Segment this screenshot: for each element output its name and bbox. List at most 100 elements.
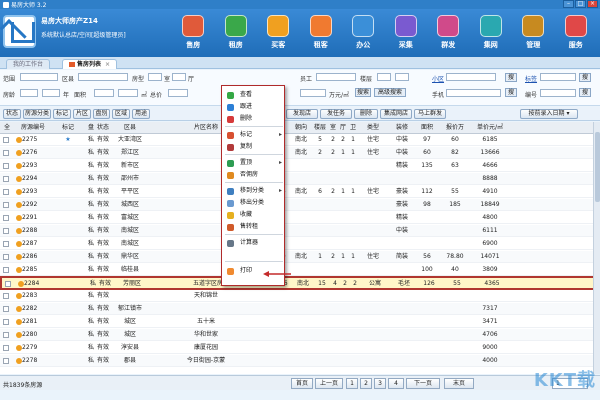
context-menu-item[interactable]: 收藏: [223, 209, 284, 221]
maximize-button[interactable]: □: [575, 0, 586, 8]
pager-button[interactable]: 上一页: [315, 378, 343, 389]
room-input[interactable]: [148, 73, 162, 81]
column-header[interactable]: 报价万: [440, 122, 470, 134]
nav-item-1[interactable]: 租房: [215, 9, 258, 57]
toolbar-left-button[interactable]: 区域: [112, 109, 130, 119]
column-header[interactable]: 区县: [110, 122, 150, 134]
number-input[interactable]: [540, 89, 576, 97]
number-search-button[interactable]: 搜: [579, 88, 591, 97]
column-header[interactable]: 房源编号: [14, 122, 52, 134]
nav-item-0[interactable]: 售房: [172, 9, 215, 57]
staff-input[interactable]: [316, 73, 356, 81]
table-row[interactable]: 2294 私有效 邵州市 8888: [0, 173, 600, 185]
row-checkbox[interactable]: [3, 319, 9, 325]
row-checkbox[interactable]: [3, 163, 9, 169]
pager-button[interactable]: 4: [388, 378, 404, 389]
column-header[interactable]: 厅: [338, 122, 348, 134]
context-menu-item[interactable]: 复制: [223, 141, 284, 153]
column-header[interactable]: 盘: [86, 122, 96, 134]
row-checkbox[interactable]: [3, 267, 9, 273]
toolbar-right-button[interactable]: 马上群发: [414, 109, 446, 119]
nav-item-6[interactable]: 群发: [427, 9, 470, 57]
toolbar-left-button[interactable]: 片区: [73, 109, 91, 119]
column-header[interactable]: 全: [2, 122, 12, 134]
table-row[interactable]: 2287 私有效 南城区 6900: [0, 238, 600, 250]
toolbar-right-button[interactable]: 发现店: [286, 109, 318, 119]
nav-item-4[interactable]: 办公: [342, 9, 385, 57]
search-button[interactable]: 搜索: [355, 88, 371, 97]
price-min-input[interactable]: [168, 89, 188, 97]
table-row-selected[interactable]: 2284私有效芳丽区五道字区房2016南北15422公寓毛坯126554365: [0, 276, 600, 290]
toolbar-left-button[interactable]: 房源分类: [23, 109, 51, 119]
nav-item-3[interactable]: 租客: [300, 9, 343, 57]
community-search-button[interactable]: 搜: [505, 73, 517, 82]
toolbar-left-button[interactable]: 状态: [3, 109, 21, 119]
table-row[interactable]: 2280 私有效 城区 华和世家 4706: [0, 329, 600, 341]
column-header[interactable]: 装修: [390, 122, 414, 134]
column-header[interactable]: 室: [328, 122, 338, 134]
pager-button[interactable]: 末页: [444, 378, 474, 389]
row-checkbox[interactable]: [3, 137, 9, 143]
age-min-input[interactable]: [20, 89, 38, 97]
table-row[interactable]: 2283 私有效 天和锦世: [0, 290, 600, 302]
nav-item-5[interactable]: 采集: [385, 9, 428, 57]
table-row[interactable]: 2293私有效平平区2014南北6211住宅豪装112554910: [0, 186, 600, 198]
row-checkbox[interactable]: [3, 358, 9, 364]
row-checkbox[interactable]: [3, 241, 9, 247]
table-row[interactable]: 2275★私有效大亚湾区2012南北5221住宅中装97606185: [0, 134, 600, 146]
pager-button[interactable]: 2: [360, 378, 372, 389]
close-button[interactable]: ×: [587, 0, 598, 8]
column-header[interactable]: 楼层: [312, 122, 328, 134]
unit-price-input[interactable]: [300, 89, 326, 97]
context-menu-item[interactable]: 跟进: [223, 101, 284, 113]
table-row[interactable]: 2282 私有效 郁江镇市 7317: [0, 303, 600, 315]
row-checkbox[interactable]: [5, 281, 11, 287]
row-checkbox[interactable]: [3, 306, 9, 312]
toolbar-right-button[interactable]: 发任务: [320, 109, 352, 119]
toolbar-right-button[interactable]: 集成网店: [380, 109, 412, 119]
context-menu-item[interactable]: 移出分类: [223, 197, 284, 209]
table-row[interactable]: 2291 私有效 富城区 精装 4800: [0, 212, 600, 224]
pager-button[interactable]: 3: [374, 378, 386, 389]
column-header[interactable]: 类型: [358, 122, 388, 134]
tab-workbench[interactable]: 我的工作台: [6, 59, 51, 69]
phone-search-button[interactable]: 搜: [505, 88, 517, 97]
pager-button[interactable]: 1: [346, 378, 358, 389]
context-menu-item[interactable]: 查看: [223, 89, 284, 101]
phone-input[interactable]: [446, 89, 501, 97]
row-checkbox[interactable]: [3, 150, 9, 156]
nav-item-8[interactable]: 管理: [512, 9, 555, 57]
toolbar-left-button[interactable]: 用途: [132, 109, 150, 119]
nav-item-7[interactable]: 集网: [470, 9, 513, 57]
row-checkbox[interactable]: [3, 176, 9, 182]
community-input[interactable]: [446, 73, 496, 81]
scroll-thumb[interactable]: [595, 132, 600, 202]
table-row[interactable]: 2293 私有效 新市区 精装 135 63 4666: [0, 160, 600, 172]
filter-label-tag[interactable]: 标签: [525, 74, 537, 83]
table-row[interactable]: 2279 私有效 淳安县 康厦花园 9000: [0, 342, 600, 354]
vertical-scrollbar[interactable]: [593, 122, 600, 374]
column-header[interactable]: 卫: [348, 122, 358, 134]
table-row[interactable]: 2286私有效鼎华区1990南北1211住宅简装5678.8014071: [0, 251, 600, 263]
context-menu-item[interactable]: 移到分类 ▸: [223, 185, 284, 197]
minimize-button[interactable]: –: [563, 0, 574, 8]
floor-max-input[interactable]: [395, 73, 409, 81]
tag-search-button[interactable]: 搜: [579, 73, 591, 82]
context-menu-item[interactable]: 售转租: [223, 221, 284, 233]
table-row[interactable]: 2276私有效郑江区1997南北2211住宅中装608213666: [0, 147, 600, 159]
tab-sale-list[interactable]: 售房列表 ×: [62, 59, 118, 69]
scope-input[interactable]: [20, 73, 58, 81]
table-row[interactable]: 2285 私有效 临桂县 100 40 3809: [0, 264, 600, 276]
table-row[interactable]: 2292 私有效 城西区 豪装 98 185 18849: [0, 199, 600, 211]
context-menu-item[interactable]: 删除: [223, 113, 284, 125]
floor-min-input[interactable]: [377, 73, 391, 81]
row-checkbox[interactable]: [3, 189, 9, 195]
pager-button[interactable]: 首页: [291, 378, 313, 389]
toolbar-left-button[interactable]: 标记: [53, 109, 71, 119]
table-row[interactable]: 2278 私有效 郡县 今日街园-京蒙 4000: [0, 355, 600, 367]
row-checkbox[interactable]: [3, 228, 9, 234]
row-checkbox[interactable]: [3, 254, 9, 260]
pager-button[interactable]: 下一页: [406, 378, 440, 389]
context-menu-item[interactable]: 置顶 ▸: [223, 157, 284, 169]
tag-input[interactable]: [540, 73, 576, 81]
